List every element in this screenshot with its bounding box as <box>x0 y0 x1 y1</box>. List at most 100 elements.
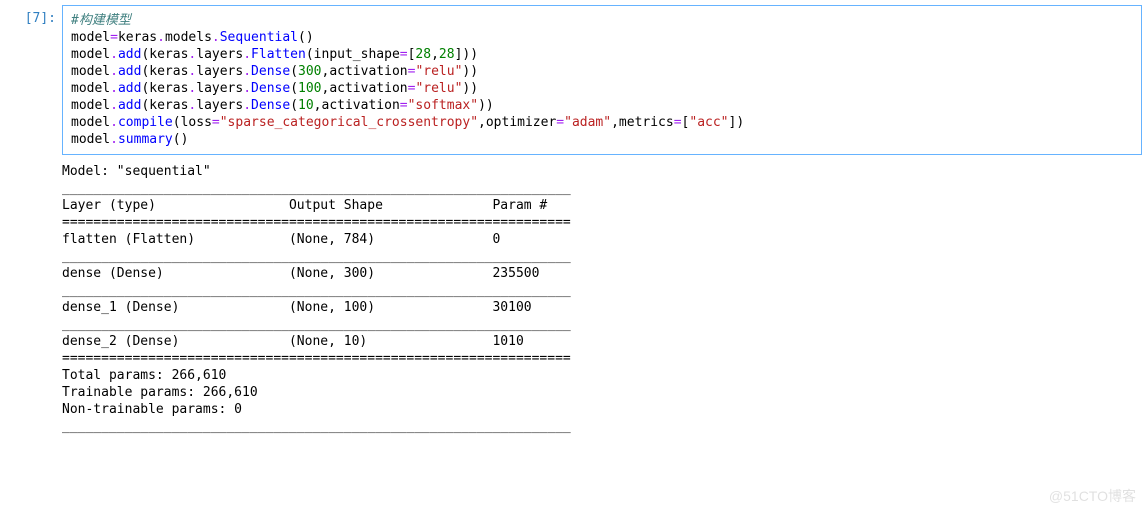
code-token: keras <box>149 81 188 96</box>
output-model-name: Model: "sequential" <box>62 164 211 179</box>
code-token: . <box>243 64 251 79</box>
code-token: = <box>556 115 564 130</box>
code-token: add <box>118 47 141 62</box>
cell-output: Model: "sequential" ____________________… <box>62 155 1142 435</box>
output-row: flatten (Flatten) (None, 784) 0 <box>62 232 571 247</box>
code-input-area[interactable]: #构建模型 model=keras.models.Sequential() mo… <box>62 5 1142 155</box>
code-token: ( <box>290 64 298 79</box>
code-token: model <box>71 81 110 96</box>
output-row: dense (Dense) (None, 300) 235500 <box>62 266 571 281</box>
code-token: () <box>298 30 314 45</box>
code-token: 10 <box>298 98 314 113</box>
code-token: ( <box>173 115 181 130</box>
code-token: loss <box>181 115 212 130</box>
code-token: "adam" <box>564 115 611 130</box>
code-token: layers <box>196 98 243 113</box>
code-token: Dense <box>251 98 290 113</box>
code-token: add <box>118 64 141 79</box>
code-token: = <box>110 30 118 45</box>
code-token: . <box>243 81 251 96</box>
code-token: summary <box>118 132 173 147</box>
code-token: "softmax" <box>408 98 478 113</box>
code-token: ( <box>290 98 298 113</box>
output-trainable-params: Trainable params: 266,610 <box>62 385 258 400</box>
code-token: = <box>400 98 408 113</box>
code-token: . <box>110 81 118 96</box>
code-token: )) <box>462 64 478 79</box>
code-token: "relu" <box>415 81 462 96</box>
code-token: model <box>71 115 110 130</box>
output-row: dense_1 (Dense) (None, 100) 30100 <box>62 300 571 315</box>
code-token: layers <box>196 47 243 62</box>
code-token: , <box>314 98 322 113</box>
code-token: keras <box>149 98 188 113</box>
code-token: 28 <box>415 47 431 62</box>
watermark: @51CTO博客 <box>1049 486 1136 506</box>
code-token: keras <box>149 47 188 62</box>
code-token: . <box>110 98 118 113</box>
code-token: "acc" <box>689 115 728 130</box>
output-divider: ========================================… <box>62 351 571 366</box>
code-token: Sequential <box>220 30 298 45</box>
code-token: 300 <box>298 64 321 79</box>
code-token: Flatten <box>251 47 306 62</box>
code-token: model <box>71 132 110 147</box>
code-token: model <box>71 47 110 62</box>
cell-prompt: [7]: <box>0 5 62 26</box>
output-header: Layer (type) Output Shape Param # <box>62 198 571 213</box>
output-divider: ________________________________________… <box>62 317 571 332</box>
code-token: layers <box>196 64 243 79</box>
code-cell: [7]: #构建模型 model=keras.models.Sequential… <box>0 0 1142 155</box>
code-token: = <box>400 47 408 62</box>
code-token: model <box>71 64 110 79</box>
code-token: , <box>611 115 619 130</box>
code-token: activation <box>322 98 400 113</box>
code-token: 28 <box>439 47 455 62</box>
output-nontrainable-params: Non-trainable params: 0 <box>62 402 242 417</box>
code-token: metrics <box>619 115 674 130</box>
code-token: add <box>118 98 141 113</box>
output-row: dense_2 (Dense) (None, 10) 1010 <box>62 334 571 349</box>
code-token: . <box>110 115 118 130</box>
code-token: Dense <box>251 64 290 79</box>
code-token: = <box>212 115 220 130</box>
code-token: model <box>71 98 110 113</box>
code-token: . <box>110 132 118 147</box>
code-token: , <box>431 47 439 62</box>
code-token: . <box>243 98 251 113</box>
code-token: , <box>478 115 486 130</box>
code-token: optimizer <box>486 115 556 130</box>
code-token: ])) <box>455 47 478 62</box>
code-token: "sparse_categorical_crossentropy" <box>220 115 478 130</box>
code-token: . <box>157 30 165 45</box>
code-token: 100 <box>298 81 321 96</box>
code-token: . <box>110 64 118 79</box>
output-divider: ========================================… <box>62 215 571 230</box>
code-token: add <box>118 81 141 96</box>
code-token: )) <box>462 81 478 96</box>
output-divider: ________________________________________… <box>62 419 571 434</box>
code-token: ( <box>290 81 298 96</box>
code-token: . <box>110 47 118 62</box>
output-total-params: Total params: 266,610 <box>62 368 226 383</box>
code-token: . <box>243 47 251 62</box>
code-token: activation <box>329 64 407 79</box>
code-token: ]) <box>729 115 745 130</box>
code-token: "relu" <box>415 64 462 79</box>
output-divider: ________________________________________… <box>62 181 571 196</box>
code-token: model <box>71 30 110 45</box>
code-token: = <box>674 115 682 130</box>
output-divider: ________________________________________… <box>62 249 571 264</box>
code-token: () <box>173 132 189 147</box>
code-token: compile <box>118 115 173 130</box>
code-token: )) <box>478 98 494 113</box>
code-token: . <box>212 30 220 45</box>
code-token: input_shape <box>314 47 400 62</box>
code-token: ( <box>306 47 314 62</box>
code-token: layers <box>196 81 243 96</box>
code-token: models <box>165 30 212 45</box>
code-token: keras <box>118 30 157 45</box>
code-token: Dense <box>251 81 290 96</box>
output-divider: ________________________________________… <box>62 283 571 298</box>
code-comment: #构建模型 <box>71 13 131 28</box>
